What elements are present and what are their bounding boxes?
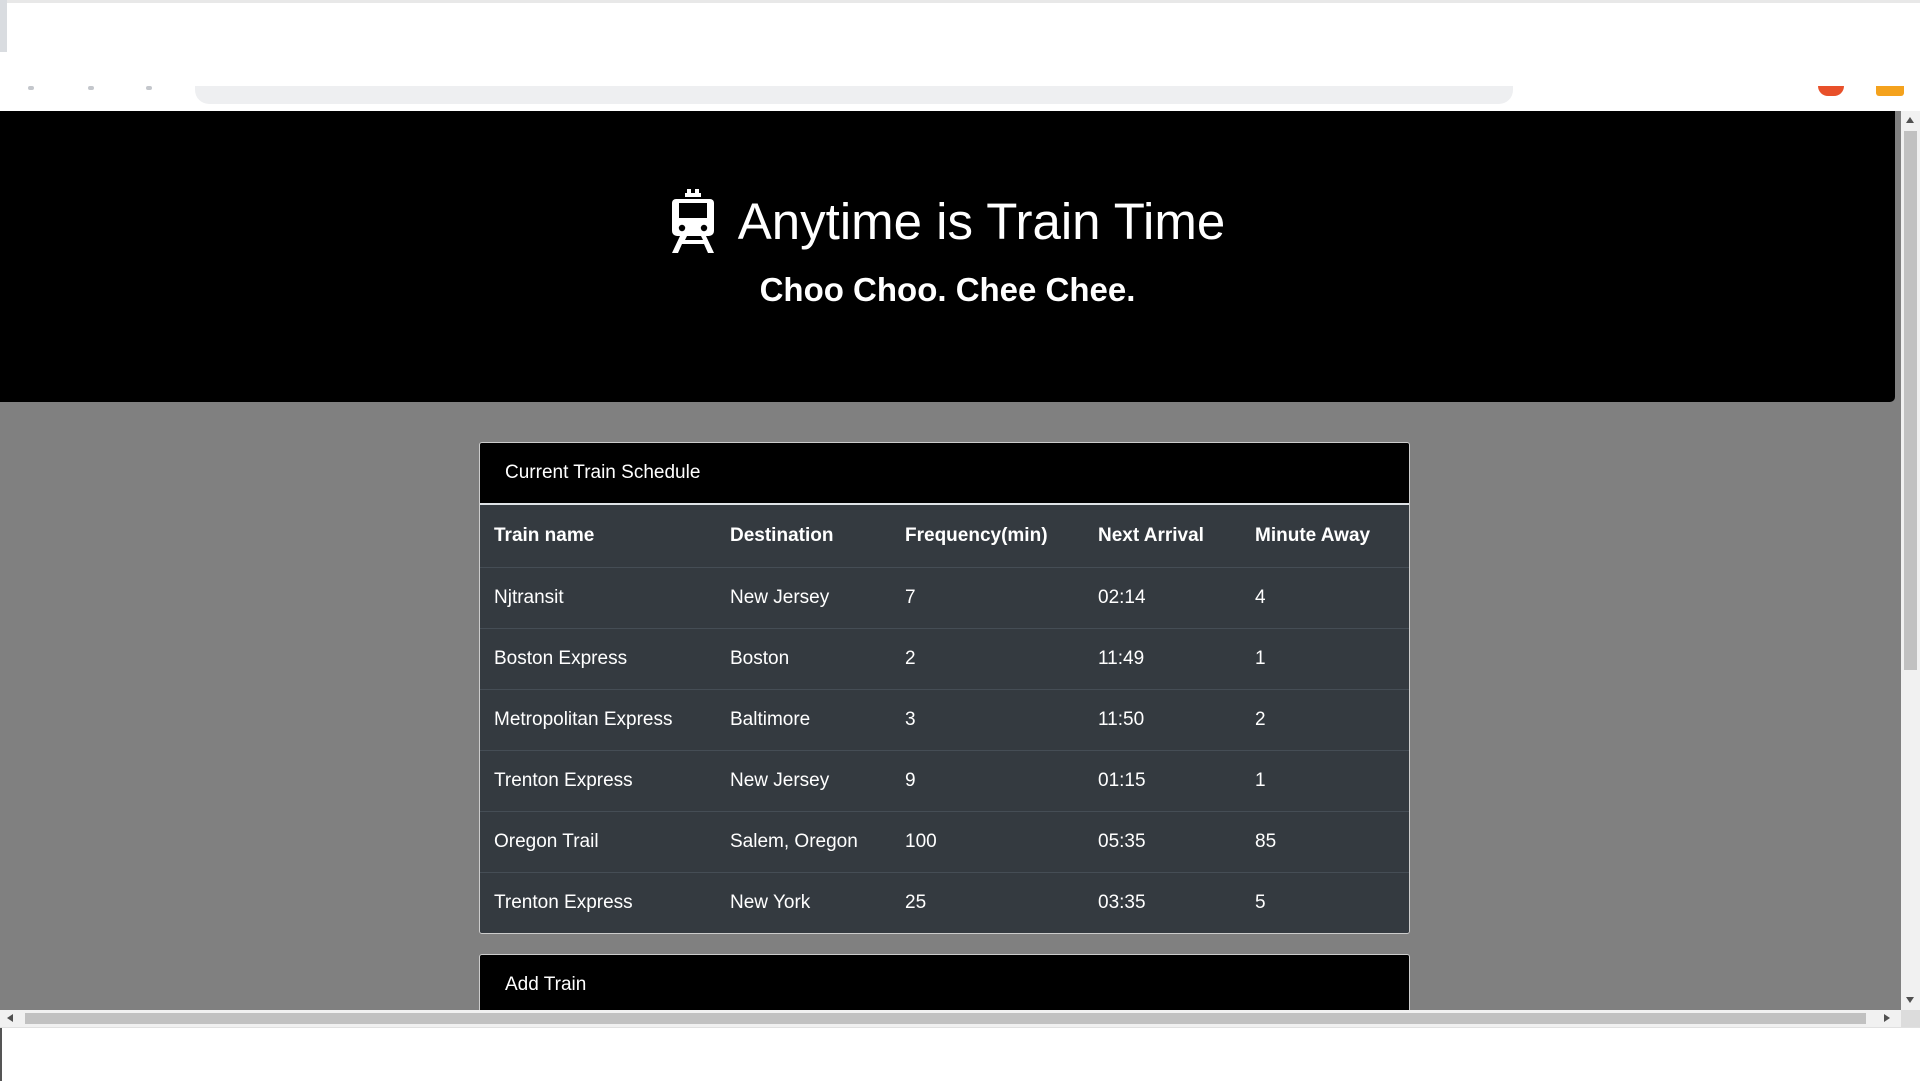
window-edge bbox=[0, 1028, 2, 1081]
table-row: Trenton Express New Jersey 9 01:15 1 bbox=[480, 749, 1409, 811]
cell-train-name: Oregon Trail bbox=[480, 810, 716, 872]
table-row: Trenton Express New York 25 03:35 5 bbox=[480, 871, 1409, 933]
page-subtitle: Choo Choo. Chee Chee. bbox=[759, 271, 1136, 308]
horizontal-scrollbar[interactable] bbox=[0, 1010, 1901, 1027]
cell-destination: New York bbox=[716, 871, 891, 933]
vertical-scrollbar[interactable] bbox=[1901, 111, 1920, 1010]
cell-frequency: 3 bbox=[891, 688, 1084, 750]
cell-train-name: Trenton Express bbox=[480, 871, 716, 933]
cell-frequency: 2 bbox=[891, 627, 1084, 689]
cell-train-name: Trenton Express bbox=[480, 749, 716, 811]
cell-frequency: 9 bbox=[891, 749, 1084, 811]
column-header-next-arrival: Next Arrival bbox=[1084, 505, 1241, 568]
table-header-row: Train name Destination Frequency(min) Ne… bbox=[480, 505, 1409, 568]
schedule-card-header: Current Train Schedule bbox=[480, 443, 1409, 505]
cell-next-arrival: 02:14 bbox=[1084, 566, 1241, 628]
address-bar[interactable] bbox=[195, 86, 1513, 104]
cell-next-arrival: 03:35 bbox=[1084, 871, 1241, 933]
cell-train-name: Metropolitan Express bbox=[480, 688, 716, 750]
table-row: Oregon Trail Salem, Oregon 100 05:35 85 bbox=[480, 810, 1409, 872]
cell-frequency: 100 bbox=[891, 810, 1084, 872]
cell-train-name: Njtransit bbox=[480, 566, 716, 628]
cell-frequency: 25 bbox=[891, 871, 1084, 933]
vertical-scroll-thumb[interactable] bbox=[1904, 131, 1917, 670]
tab-strip-edge bbox=[0, 0, 7, 52]
back-icon[interactable] bbox=[28, 86, 34, 90]
scrollbar-corner bbox=[1901, 1010, 1920, 1027]
add-train-card-header: Add Train bbox=[480, 955, 1409, 1010]
cell-destination: Baltimore bbox=[716, 688, 891, 750]
reload-icon[interactable] bbox=[146, 86, 152, 90]
page-title: Anytime is Train Time bbox=[737, 192, 1226, 250]
forward-icon[interactable] bbox=[88, 86, 94, 90]
extension-icon[interactable] bbox=[1818, 86, 1844, 96]
table-row: Metropolitan Express Baltimore 3 11:50 2 bbox=[480, 688, 1409, 750]
extension-icon[interactable] bbox=[1876, 86, 1904, 96]
cell-next-arrival: 05:35 bbox=[1084, 810, 1241, 872]
cell-minutes-away: 1 bbox=[1241, 627, 1409, 689]
cell-minutes-away: 1 bbox=[1241, 749, 1409, 811]
table-row: Njtransit New Jersey 7 02:14 4 bbox=[480, 566, 1409, 628]
cell-destination: Salem, Oregon bbox=[716, 810, 891, 872]
page-viewport: Anytime is Train Time Choo Choo. Chee Ch… bbox=[0, 111, 1901, 1010]
add-train-card: Add Train bbox=[479, 954, 1410, 1010]
table-row: Boston Express Boston 2 11:49 1 bbox=[480, 627, 1409, 689]
hero-title-row: Anytime is Train Time bbox=[0, 189, 1895, 265]
cell-minutes-away: 85 bbox=[1241, 810, 1409, 872]
cell-train-name: Boston Express bbox=[480, 627, 716, 689]
horizontal-scroll-thumb[interactable] bbox=[25, 1013, 1866, 1024]
scroll-down-icon[interactable] bbox=[1906, 997, 1914, 1003]
taskbar-area bbox=[0, 1027, 1920, 1081]
scroll-left-icon[interactable] bbox=[7, 1014, 13, 1022]
window-edge bbox=[0, 0, 1920, 3]
cell-minutes-away: 4 bbox=[1241, 566, 1409, 628]
cell-next-arrival: 01:15 bbox=[1084, 749, 1241, 811]
cell-next-arrival: 11:49 bbox=[1084, 627, 1241, 689]
schedule-card: Current Train Schedule Train name Destin… bbox=[479, 442, 1410, 934]
browser-chrome bbox=[0, 0, 1920, 111]
column-header-minutes-away: Minute Away bbox=[1241, 505, 1409, 568]
column-header-train-name: Train name bbox=[480, 505, 716, 568]
cell-destination: New Jersey bbox=[716, 749, 891, 811]
cell-frequency: 7 bbox=[891, 566, 1084, 628]
column-header-frequency: Frequency(min) bbox=[891, 505, 1084, 568]
cell-destination: Boston bbox=[716, 627, 891, 689]
cell-minutes-away: 2 bbox=[1241, 688, 1409, 750]
schedule-table: Train name Destination Frequency(min) Ne… bbox=[480, 505, 1409, 933]
train-icon bbox=[670, 189, 716, 253]
cell-minutes-away: 5 bbox=[1241, 871, 1409, 933]
hero-banner: Anytime is Train Time Choo Choo. Chee Ch… bbox=[0, 111, 1895, 402]
scroll-up-icon[interactable] bbox=[1906, 117, 1914, 123]
cell-next-arrival: 11:50 bbox=[1084, 688, 1241, 750]
column-header-destination: Destination bbox=[716, 505, 891, 568]
scroll-right-icon[interactable] bbox=[1884, 1014, 1890, 1022]
cell-destination: New Jersey bbox=[716, 566, 891, 628]
